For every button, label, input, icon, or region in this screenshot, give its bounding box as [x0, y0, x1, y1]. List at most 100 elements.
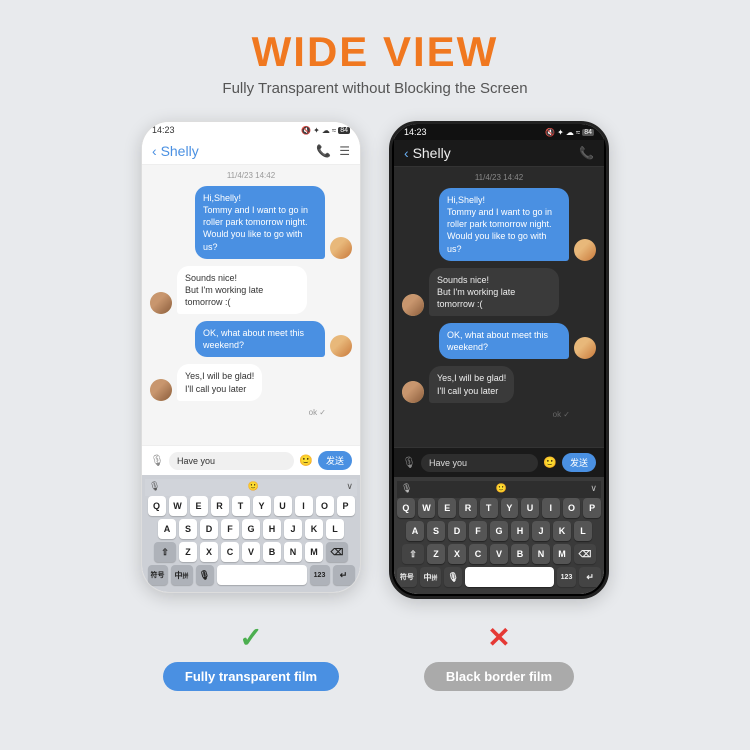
key-v[interactable]: V	[242, 542, 260, 562]
kb-row4-right: 符号 中拼 🎙 123 ↵	[397, 567, 601, 587]
key-x-d[interactable]: X	[448, 544, 466, 564]
key-l[interactable]: L	[326, 519, 344, 539]
emoji-icon-right[interactable]: 🙂	[543, 456, 557, 469]
key-del-d[interactable]: ⌫	[574, 544, 596, 564]
key-q-d[interactable]: Q	[397, 498, 415, 518]
key-mic-kb[interactable]: 🎙	[196, 565, 214, 585]
input-field-right[interactable]: Have you	[421, 454, 538, 472]
msg-row-recv-2: Sounds nice!But I'm working late tomorro…	[150, 266, 352, 314]
mic-icon-left[interactable]: 🎙	[150, 454, 164, 467]
send-btn-right[interactable]: 发送	[562, 453, 596, 472]
key-num[interactable]: 123	[310, 565, 330, 585]
fully-transparent-label: Fully transparent film	[163, 662, 339, 691]
key-shift[interactable]: ⇧	[154, 542, 176, 562]
status-bar-left: 14:23 🔇 ✦ ☁ ≈ 84	[142, 122, 360, 138]
key-h[interactable]: H	[263, 519, 281, 539]
key-b[interactable]: B	[263, 542, 281, 562]
key-r[interactable]: R	[211, 496, 229, 516]
phone-icon-left[interactable]: 📞	[316, 144, 331, 158]
key-del[interactable]: ⌫	[326, 542, 348, 562]
kb-row1-right: Q W E R T Y U I O P	[397, 498, 601, 518]
key-b-d[interactable]: B	[511, 544, 529, 564]
key-t-d[interactable]: T	[480, 498, 498, 518]
back-arrow-left[interactable]: ‹ Shelly	[152, 143, 199, 159]
phone-right: 14:23 🔇 ✦ ☁ ≈ 84 ‹ Shelly 📞 11/4/23 14:4…	[389, 121, 609, 599]
key-z-d[interactable]: Z	[427, 544, 445, 564]
key-g-d[interactable]: G	[490, 521, 508, 541]
date-label-right: 11/4/23 14:42	[402, 173, 596, 182]
key-s-d[interactable]: S	[427, 521, 445, 541]
key-m-d[interactable]: M	[553, 544, 571, 564]
key-o[interactable]: O	[316, 496, 334, 516]
key-w[interactable]: W	[169, 496, 187, 516]
key-c-d[interactable]: C	[469, 544, 487, 564]
key-p-d[interactable]: P	[583, 498, 601, 518]
key-k[interactable]: K	[305, 519, 323, 539]
key-symbol[interactable]: 符号	[148, 565, 168, 585]
key-symbol-d[interactable]: 符号	[397, 567, 417, 587]
back-arrow-right[interactable]: ‹ Shelly	[404, 145, 451, 161]
key-z[interactable]: Z	[179, 542, 197, 562]
key-i-d[interactable]: I	[542, 498, 560, 518]
input-field-left[interactable]: Have you	[169, 452, 294, 470]
kb-row1-left: Q W E R T Y U I O P	[145, 496, 357, 516]
key-enter-d[interactable]: ↵	[579, 567, 601, 587]
key-n-d[interactable]: N	[532, 544, 550, 564]
key-e-d[interactable]: E	[438, 498, 456, 518]
avatar-right-3r	[574, 337, 596, 359]
input-row-left: 🎙 Have you 🙂 发送	[150, 451, 352, 470]
key-s[interactable]: S	[179, 519, 197, 539]
key-r-d[interactable]: R	[459, 498, 477, 518]
key-h-d[interactable]: H	[511, 521, 529, 541]
key-c[interactable]: C	[221, 542, 239, 562]
chat-body-right: 11/4/23 14:42 Hi,Shelly!Tommy and I want…	[394, 167, 604, 447]
kb-row2-right: A S D F G H J K L	[397, 521, 601, 541]
key-i[interactable]: I	[295, 496, 313, 516]
key-d[interactable]: D	[200, 519, 218, 539]
key-d-d[interactable]: D	[448, 521, 466, 541]
key-chinese-d[interactable]: 中拼	[420, 567, 442, 587]
key-f-d[interactable]: F	[469, 521, 487, 541]
key-l-d[interactable]: L	[574, 521, 592, 541]
key-space-d[interactable]	[465, 567, 554, 587]
key-g[interactable]: G	[242, 519, 260, 539]
key-k-d[interactable]: K	[553, 521, 571, 541]
key-j-d[interactable]: J	[532, 521, 550, 541]
key-u[interactable]: U	[274, 496, 292, 516]
key-chinese[interactable]: 中拼	[171, 565, 193, 585]
key-y[interactable]: Y	[253, 496, 271, 516]
key-p[interactable]: P	[337, 496, 355, 516]
key-t[interactable]: T	[232, 496, 250, 516]
label-col-right: ✕ Black border film	[389, 621, 609, 691]
key-v-d[interactable]: V	[490, 544, 508, 564]
kb-toolbar-left: 🎙 🙂 ∨	[145, 479, 357, 496]
key-y-d[interactable]: Y	[501, 498, 519, 518]
key-mic-kb-d[interactable]: 🎙	[444, 567, 462, 587]
send-btn-left[interactable]: 发送	[318, 451, 352, 470]
key-space[interactable]	[217, 565, 307, 585]
phone-icon-right[interactable]: 📞	[579, 146, 594, 160]
key-x[interactable]: X	[200, 542, 218, 562]
menu-icon-left[interactable]: ☰	[339, 144, 350, 158]
key-u-d[interactable]: U	[521, 498, 539, 518]
mic-icon-right[interactable]: 🎙	[402, 456, 416, 469]
key-w-d[interactable]: W	[418, 498, 436, 518]
avatar-left-4r	[402, 381, 424, 403]
key-shift-d[interactable]: ⇧	[402, 544, 424, 564]
emoji-icon-left[interactable]: 🙂	[299, 454, 313, 467]
key-o-d[interactable]: O	[563, 498, 581, 518]
msg-row-recv-4r: Yes,I will be glad!I'll call you later	[402, 366, 596, 402]
msg-row-sent-3: OK, what about meet this weekend?	[150, 321, 352, 357]
key-enter[interactable]: ↵	[333, 565, 355, 585]
kb-row3-right: ⇧ Z X C V B N M ⌫	[397, 544, 601, 564]
key-a[interactable]: A	[158, 519, 176, 539]
key-m[interactable]: M	[305, 542, 323, 562]
key-e[interactable]: E	[190, 496, 208, 516]
key-f[interactable]: F	[221, 519, 239, 539]
key-j[interactable]: J	[284, 519, 302, 539]
key-a-d[interactable]: A	[406, 521, 424, 541]
key-n[interactable]: N	[284, 542, 302, 562]
key-q[interactable]: Q	[148, 496, 166, 516]
key-num-d[interactable]: 123	[557, 567, 577, 587]
kb-row3-left: ⇧ Z X C V B N M ⌫	[145, 542, 357, 562]
